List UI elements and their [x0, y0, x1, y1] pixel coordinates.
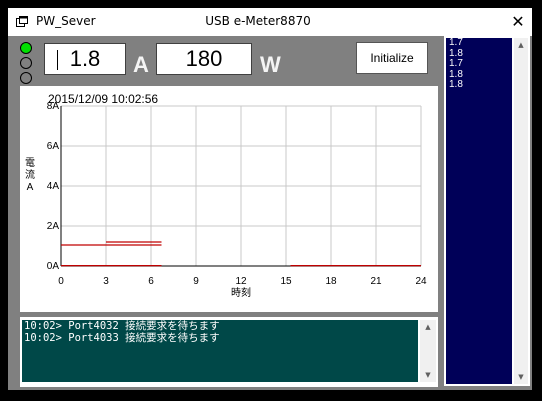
log-panel: 10:02> Port4032 接続要求を待ちます 10:02> Port4033…	[20, 317, 438, 387]
scroll-up-icon[interactable]: ▲	[514, 41, 528, 49]
device-title: USB e-Meter8870	[205, 14, 311, 28]
led-2-indicator	[20, 57, 32, 69]
chart-panel: 2015/12/09 10:02:56 0 3 6 9 12 15 18 21 24 0A 2A 4A…	[20, 86, 438, 312]
y-tick-label: 4A	[47, 181, 60, 192]
scroll-down-icon[interactable]: ▼	[420, 371, 436, 379]
app-window: PW_Sever USB e-Meter8870 ✕ 1.8 A 180 W I…	[8, 8, 532, 390]
x-tick-label: 0	[58, 276, 64, 287]
log-output[interactable]: 10:02> Port4032 接続要求を待ちます 10:02> Port4033…	[22, 320, 418, 382]
log-scrollbar[interactable]: ▲ ▼	[420, 320, 436, 382]
log-line: 10:02> Port4033 接続要求を待ちます	[24, 332, 220, 344]
y-tick-label: 0A	[47, 261, 60, 272]
x-tick-label: 21	[370, 276, 382, 287]
x-axis-label: 時刻	[231, 286, 251, 299]
scroll-up-icon[interactable]: ▲	[420, 323, 436, 331]
text-cursor	[57, 50, 58, 70]
power-display: 180	[156, 43, 252, 75]
y-tick-label: 6A	[47, 141, 60, 152]
led-3-indicator	[20, 72, 32, 84]
power-unit: W	[260, 52, 281, 77]
close-button[interactable]: ✕	[504, 8, 532, 36]
readings-panel: 1.7 1.8 1.7 1.8 1.8 ▲ ▼	[444, 36, 530, 386]
reading-item: 1.7	[449, 37, 463, 48]
scroll-down-icon[interactable]: ▼	[514, 373, 528, 381]
y-tick-label: 2A	[47, 221, 60, 232]
current-display: 1.8	[44, 43, 126, 75]
main-panel: 1.8 A 180 W Initialize 2015/12/09 10:02:…	[8, 36, 532, 390]
led-1-indicator	[20, 42, 32, 54]
app-title: PW_Sever	[36, 14, 96, 28]
current-chart: 0 3 6 9 12 15 18 21 24 0A 2A 4A 6A 8A 時刻 電流A	[25, 101, 427, 299]
y-axis-label-char: A	[27, 182, 34, 193]
readings-list[interactable]: 1.7 1.8 1.7 1.8 1.8	[446, 37, 512, 384]
current-unit: A	[133, 52, 149, 77]
title-bar[interactable]: PW_Sever USB e-Meter8870 ✕	[8, 8, 532, 36]
reading-item: 1.7	[449, 58, 463, 69]
reading-item: 1.8	[449, 79, 463, 90]
x-tick-label: 6	[148, 276, 154, 287]
app-window-icon	[16, 16, 28, 27]
current-value: 1.8	[69, 46, 101, 71]
x-tick-label: 18	[325, 276, 337, 287]
x-tick-label: 12	[235, 276, 247, 287]
power-value: 180	[185, 46, 223, 71]
x-tick-label: 9	[193, 276, 199, 287]
x-tick-label: 3	[103, 276, 109, 287]
readings-scrollbar[interactable]: ▲ ▼	[514, 38, 528, 384]
x-tick-label: 15	[280, 276, 292, 287]
y-tick-label: 8A	[47, 101, 60, 112]
x-tick-label: 24	[415, 276, 427, 287]
y-axis-label-char: 電	[25, 157, 35, 169]
initialize-button[interactable]: Initialize	[356, 42, 428, 74]
y-axis-label-char: 流	[25, 168, 35, 181]
log-line: 10:02> Port4032 接続要求を待ちます	[24, 320, 220, 332]
